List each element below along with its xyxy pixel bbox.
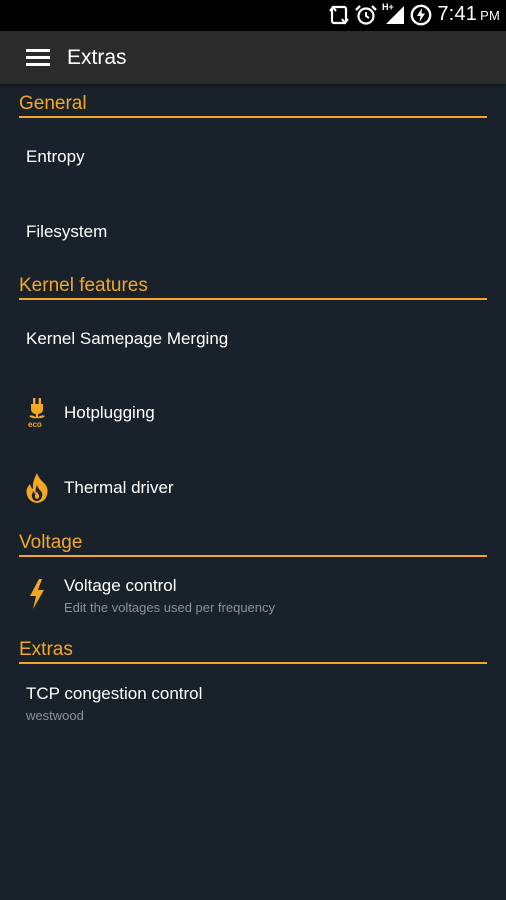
list-item-label: Thermal driver [64, 478, 174, 497]
list-item-label: Hotplugging [64, 403, 155, 422]
flame-icon [26, 473, 48, 503]
eco-plug-icon: eco [24, 396, 50, 430]
list-item-summary: westwood [26, 708, 84, 723]
clock-ampm: PM [480, 8, 500, 23]
list-item-hotplugging[interactable]: eco Hotplugging [0, 380, 506, 455]
lightning-bolt-icon [30, 579, 44, 609]
section-header-general: General [19, 93, 487, 118]
rotate-icon [329, 5, 349, 25]
list-item-voltage-control[interactable]: Voltage control Edit the voltages used p… [0, 563, 506, 633]
list-item-entropy[interactable]: Entropy [0, 124, 506, 198]
section-header-voltage: Voltage [19, 532, 487, 557]
list-item-filesystem[interactable]: Filesystem [0, 198, 506, 272]
hamburger-menu-icon[interactable] [22, 45, 54, 71]
list-item-tcp-congestion-control[interactable]: TCP congestion control westwood [0, 670, 506, 740]
list-item-summary: Edit the voltages used per frequency [64, 600, 276, 615]
app-bar: Extras [0, 31, 506, 84]
status-bar: H+ 7:41 PM [0, 0, 506, 31]
section-header-kernel-features: Kernel features [19, 275, 487, 300]
list-item-label: TCP congestion control [26, 684, 203, 703]
clock: 7:41 PM [437, 3, 500, 26]
signal-icon: H+ [382, 2, 406, 26]
list-item-kernel-samepage-merging[interactable]: Kernel Samepage Merging [0, 306, 506, 380]
page-title: Extras [67, 46, 127, 69]
alarm-icon [355, 5, 377, 25]
clock-time: 7:41 [437, 3, 478, 25]
list-item-thermal-driver[interactable]: Thermal driver [0, 455, 506, 530]
battery-charging-icon [410, 4, 432, 26]
list-item-label: Kernel Samepage Merging [26, 329, 229, 348]
list-item-label: Filesystem [26, 222, 108, 241]
section-header-extras: Extras [19, 639, 487, 664]
list-item-label: Entropy [26, 147, 85, 166]
eco-label: eco [28, 420, 42, 429]
list-item-label: Voltage control [64, 576, 177, 595]
